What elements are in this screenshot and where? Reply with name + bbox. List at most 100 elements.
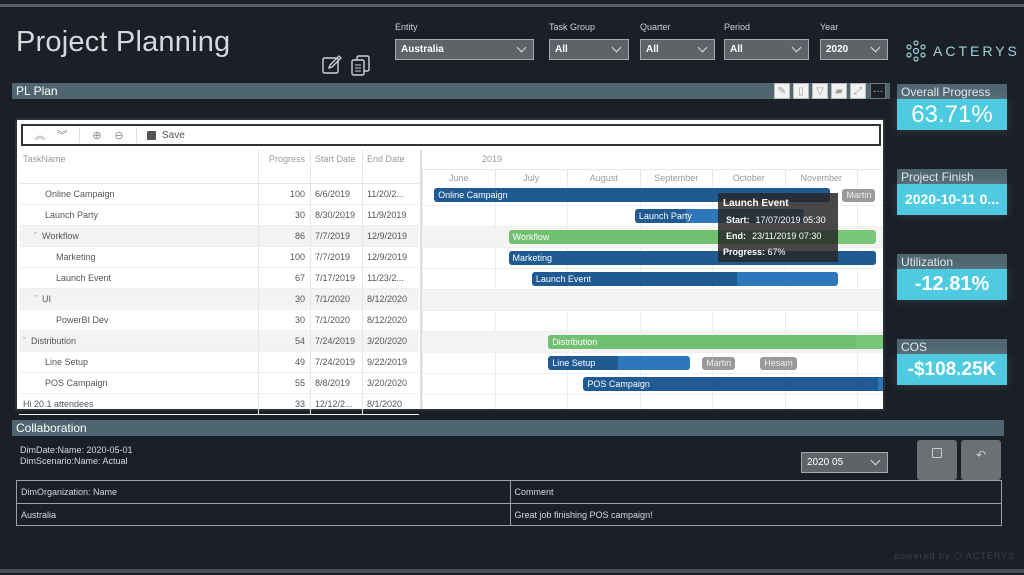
timeline-month-label: July [494,169,567,185]
zoom-out-icon[interactable]: ⊖ [108,129,130,142]
expand-toggle-icon[interactable]: ˇ [34,294,37,304]
task-name-cell: Launch Event [19,268,259,288]
collapse-all-icon[interactable]: ︽ [29,127,51,143]
context-date: DimDate:Name: 2020-05-01 [20,445,133,455]
task-name-cell: POS Campaign [19,373,259,393]
task-end-cell: 9/22/2019 [367,357,408,367]
gantt-bar-label: POS Campaign [587,379,650,389]
filter-period: Period All [724,22,809,60]
tooltip-start-value: 17/07/2019 05:30 [755,215,826,225]
col-header-comment: Comment [511,481,1002,503]
task-name-cell: ˇ UI [19,289,259,309]
col-header-end-date[interactable]: End Date [363,150,416,183]
dropdown-value: 2020 05 [807,457,844,468]
zoom-in-icon[interactable]: ⊕ [86,129,108,142]
organization-cell: Australia [17,504,511,525]
dropdown-value: 2020 [826,44,849,55]
kpi-utilization: Utilization -12.81% [897,254,1007,300]
task-name-cell: ˇ Workflow [19,226,259,246]
timeline-month-label: June [422,169,495,185]
more-options-button[interactable]: ··· [870,83,886,99]
filter-icon[interactable]: ▽ [812,83,828,99]
collaboration-header: Collaboration [12,420,1004,436]
task-row[interactable]: Launch Party 30 8/30/2019 11/9/2019 [19,205,419,226]
period-select-dropdown[interactable]: 2020 05 [801,452,888,473]
task-name-cell: Online Campaign [19,184,259,204]
expand-toggle-icon[interactable]: ˇ [23,336,26,346]
task-end-cell: 11/9/2019 [367,210,407,220]
task-row[interactable]: ˇ Distribution 54 7/24/2019 3/20/2020 [19,331,419,352]
task-end-cell: 12/9/2019 [367,231,408,241]
task-name: Hi 20.1 attendees [23,399,94,409]
gantt-bar[interactable]: Distribution [548,335,883,349]
timeline-area: 2019 June July August September October Novem… [420,150,883,409]
timeline-month-label: October [712,169,785,185]
comment-row[interactable]: Australia Great job finishing POS campai… [16,503,1002,526]
comment-cell[interactable]: Great job finishing POS campaign! [511,504,1002,525]
context-scenario: DimScenario:Name: Actual [20,456,128,466]
task-row[interactable]: ˇ Workflow 86 7/7/2019 12/9/2019 [19,226,419,247]
task-row[interactable]: PowerBI Dev 30 7/1/2020 8/12/2020 [19,310,419,331]
save-comment-button[interactable] [917,440,957,480]
task-group-dropdown[interactable]: All [549,39,629,60]
expand-all-icon[interactable]: ︾ [51,127,73,143]
task-progress-cell: 100 [259,247,311,267]
task-name: PowerBI Dev [56,315,109,325]
kpi-value: 2020-10-11 0... [897,184,1007,215]
pl-plan-title: PL Plan [16,84,58,98]
task-row[interactable]: ˇ UI 30 7/1/2020 8/12/2020 [19,289,419,310]
quarter-dropdown[interactable]: All [640,39,715,60]
focus-icon[interactable]: ▰ [831,83,847,99]
task-row[interactable]: Online Campaign 100 6/6/2019 11/20/2... [19,184,419,205]
task-progress-cell: 86 [259,226,311,246]
copy-icon[interactable] [350,54,372,76]
tooltip-progress: Progress: 67% [723,247,833,257]
task-start-cell: 7/17/2019 [311,268,363,288]
pin-icon[interactable]: ✎ [774,83,790,99]
edit-icon[interactable] [321,54,343,76]
task-row[interactable]: Launch Event 67 7/17/2019 11/23/2... [19,268,419,289]
year-dropdown[interactable]: 2020 [820,39,888,60]
task-end-cell: 8/12/2020 [367,315,408,325]
filter-entity: Entity Australia [395,22,534,60]
task-row[interactable]: POS Campaign 55 8/8/2019 3/20/2020 [19,373,419,394]
kpi-label: Utilization [897,254,1007,269]
col-header-taskname[interactable]: TaskName [19,150,259,183]
task-row[interactable]: Line Setup 49 7/24/2019 9/22/2019 [19,352,419,373]
task-start-cell: 7/7/2019 [311,226,363,246]
task-name-cell: Marketing [19,247,259,267]
gantt-chart: ︽ ︾ ⊕ ⊖ Save TaskName Progress Start Dat… [15,118,885,415]
undo-button[interactable]: ↶ [961,440,1001,480]
gantt-toolbar: ︽ ︾ ⊕ ⊖ Save [21,124,881,146]
chevron-down-icon [516,42,527,53]
gantt-bar[interactable]: Line Setup [548,356,691,370]
timeline-month-label: August [567,169,640,185]
timeline-row [422,290,883,311]
copy-visual-icon[interactable]: ▯ [793,83,809,99]
tooltip-start-label: Start: [726,215,750,225]
toolbar-divider [79,127,80,143]
col-header-progress[interactable]: Progress [259,150,311,183]
kpi-overall-progress: Overall Progress 63.71% [897,84,1007,130]
timeline-month-label: November [784,169,857,185]
period-dropdown[interactable]: All [724,39,809,60]
expand-toggle-icon[interactable]: ˇ [34,231,37,241]
task-name: Launch Party [45,210,99,220]
save-button[interactable]: Save [147,130,185,141]
tooltip-end-label: End: [726,231,746,241]
task-name: POS Campaign [45,378,108,388]
filter-task-group: Task Group All [549,22,629,60]
task-name-cell: ˇ Distribution [19,331,259,351]
expand-icon[interactable]: ⤢ [850,83,866,99]
tooltip-progress-label: Progress: [723,247,766,257]
gantt-bar-label: Distribution [552,337,598,347]
task-row[interactable]: Hi 20.1 attendees 33 12/12/2... 8/1/2020 [19,394,419,415]
col-header-start-date[interactable]: Start Date [311,150,363,183]
gantt-bar[interactable]: Launch Event [531,272,838,286]
task-row[interactable]: Marketing 100 7/7/2019 12/9/2019 [19,247,419,268]
gantt-bar[interactable]: POS Campaign [583,377,883,391]
task-start-cell: 7/7/2019 [311,247,363,267]
task-progress-cell: 30 [259,205,311,225]
entity-dropdown[interactable]: Australia [395,39,534,60]
task-progress-cell: 54 [259,331,311,351]
